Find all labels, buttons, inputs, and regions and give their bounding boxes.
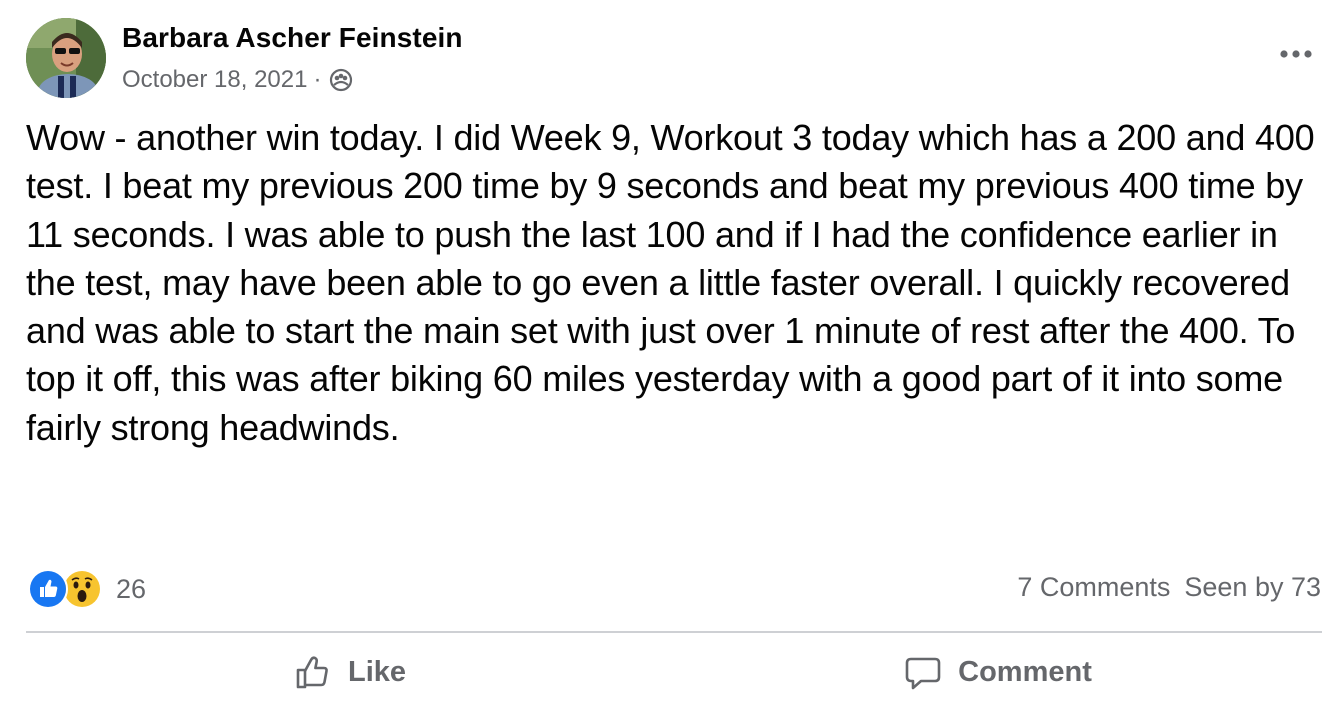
- reactions-summary[interactable]: 26: [28, 569, 146, 609]
- post-meta: October 18, 2021 ·: [122, 66, 353, 94]
- like-button-label: Like: [347, 655, 407, 688]
- meta-separator: ·: [313, 66, 322, 93]
- post-card: Barbara Ascher Feinstein October 18, 202…: [0, 0, 1337, 710]
- thumbs-up-icon: [296, 656, 328, 689]
- post-date[interactable]: October 18, 2021: [122, 66, 307, 94]
- like-reaction-icon: [28, 569, 68, 609]
- comment-bubble-icon: [905, 657, 941, 690]
- post-header: Barbara Ascher Feinstein October 18, 202…: [26, 18, 1316, 100]
- comment-button[interactable]: Comment: [674, 640, 1322, 704]
- author-avatar[interactable]: [26, 18, 106, 98]
- post-body-text: Wow - another win today. I did Week 9, W…: [26, 117, 1315, 448]
- comment-button-label: Comment: [958, 655, 1092, 688]
- seen-by-count[interactable]: Seen by 73: [1184, 572, 1321, 603]
- more-options-button[interactable]: [1276, 40, 1316, 68]
- reaction-count[interactable]: 26: [116, 574, 146, 605]
- group-audience-icon: [329, 68, 353, 92]
- like-button[interactable]: Like: [26, 640, 674, 704]
- actions-divider: [26, 631, 1322, 633]
- engagement-counts: 7 Comments Seen by 73: [1017, 572, 1321, 603]
- more-options-icon: [1280, 50, 1312, 58]
- post-actions-bar: Like Comment: [26, 640, 1322, 704]
- wow-reaction-icon: [62, 569, 102, 609]
- comments-count[interactable]: 7 Comments: [1017, 572, 1170, 603]
- avatar-photo: [26, 18, 106, 98]
- author-name[interactable]: Barbara Ascher Feinstein: [122, 22, 463, 54]
